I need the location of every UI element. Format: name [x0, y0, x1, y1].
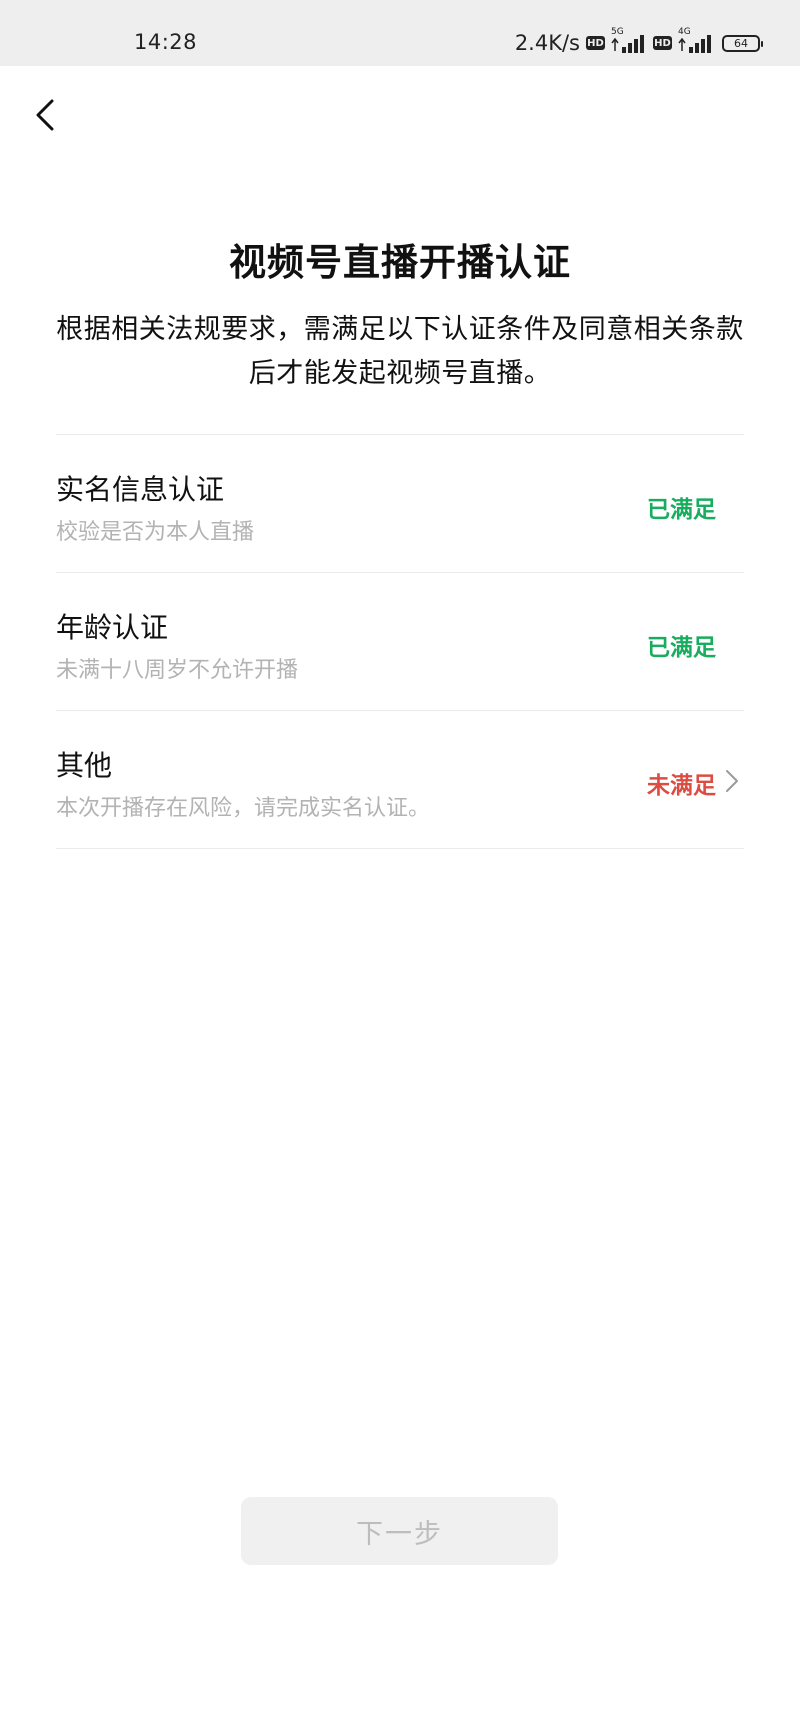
requirement-status-badge: 已满足 [647, 497, 716, 523]
network-speed: 2.4K/s [514, 31, 580, 55]
requirement-row-other[interactable]: 其他 本次开播存在风险，请完成实名认证。 未满足 [56, 711, 744, 849]
back-button[interactable] [22, 92, 68, 138]
requirement-title: 实名信息认证 [56, 473, 225, 506]
signal-5g-label: 5G [611, 27, 624, 37]
next-step-button[interactable]: 下一步 [241, 1497, 558, 1565]
signal-4g-icon: 4G [676, 27, 716, 55]
page-description: 根据相关法规要求，需满足以下认证条件及同意相关条款后才能发起视频号直播。 [56, 314, 744, 389]
requirement-status-badge: 已满足 [647, 635, 716, 661]
requirement-description: 未满十八周岁不允许开播 [56, 658, 299, 683]
battery-icon: 64 [722, 34, 763, 52]
requirement-description: 校验是否为本人直播 [56, 520, 255, 545]
status-bar: 14:28 2.4K/s HD 5G HD 4G 64 [0, 0, 800, 66]
requirement-list: 实名信息认证 校验是否为本人直播 已满足 年龄认证 未满十八周岁不允许开播 已满… [56, 434, 744, 849]
chevron-right-icon [726, 770, 738, 792]
page-title: 视频号直播开播认证 [229, 241, 571, 284]
requirement-title: 其他 [56, 749, 113, 782]
hd-badge: HD [586, 36, 605, 50]
status-time: 14:28 [134, 30, 198, 54]
requirement-title: 年龄认证 [56, 611, 169, 644]
signal-5g-icon: 5G [609, 27, 649, 55]
requirement-status-badge: 未满足 [647, 773, 716, 799]
status-indicators: 2.4K/s HD 5G HD 4G 64 [514, 27, 763, 56]
hd-badge-2: HD [653, 36, 672, 50]
requirement-row-realname: 实名信息认证 校验是否为本人直播 已满足 [56, 435, 744, 573]
signal-4g-label: 4G [678, 27, 691, 37]
requirement-description: 本次开播存在风险，请完成实名认证。 [56, 796, 431, 821]
chevron-left-icon [36, 99, 54, 131]
requirement-row-age: 年龄认证 未满十八周岁不允许开播 已满足 [56, 573, 744, 711]
